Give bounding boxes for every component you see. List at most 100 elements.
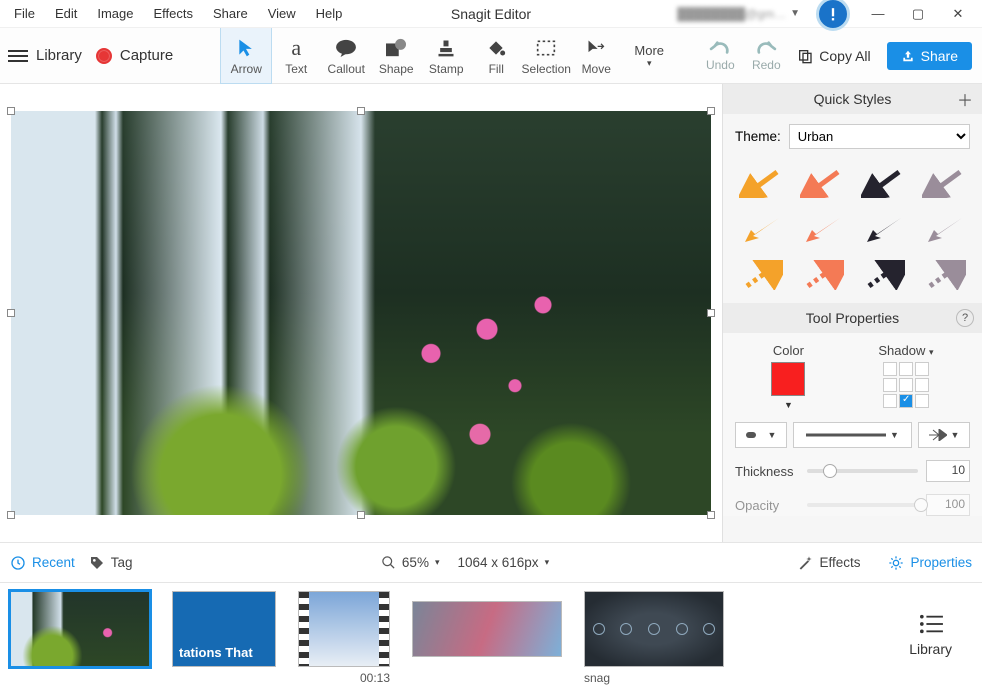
menu-edit[interactable]: Edit [45,2,87,25]
copy-all-button[interactable]: Copy All [789,44,878,68]
tools-more[interactable]: More▾ [621,28,677,83]
properties-tab[interactable]: Properties [888,555,972,571]
window-title: Snagit Editor [451,6,531,22]
resize-handle-l[interactable] [7,309,15,317]
user-account-label[interactable]: ████████@gm… [677,7,786,21]
style-arrow-gray-2[interactable] [915,211,972,247]
effects-tab[interactable]: Effects [797,555,860,571]
text-icon: a [291,36,301,60]
theme-select[interactable]: Urban [789,124,970,149]
tray-thumb-5[interactable]: snag [584,591,724,685]
color-swatch[interactable] [771,362,805,396]
resize-handle-tl[interactable] [7,107,15,115]
hamburger-icon[interactable] [8,50,28,62]
canvas-area[interactable] [0,84,722,542]
resize-handle-t[interactable] [357,107,365,115]
tool-stamp-label: Stamp [429,62,464,76]
style-arrow-black[interactable] [855,165,912,201]
tool-stamp[interactable]: Stamp [421,28,471,83]
account-dropdown-icon[interactable]: ▼ [790,8,800,19]
magic-wand-icon [797,555,813,571]
resize-handle-bl[interactable] [7,511,15,519]
window-minimize-button[interactable]: — [858,0,898,28]
line-style-dropdown[interactable]: ▼ [793,422,912,448]
tray-thumb-2[interactable]: tations That [172,591,276,667]
style-arrow-orange[interactable] [733,165,790,201]
style-arrow-black-dashed[interactable] [855,257,912,293]
recent-tab[interactable]: Recent [10,555,75,571]
start-cap-dropdown[interactable]: ▼ [735,422,787,448]
tray-thumb-4[interactable] [412,591,562,657]
menu-effects[interactable]: Effects [144,2,204,25]
style-arrow-coral[interactable] [794,165,851,201]
share-button[interactable]: Share [887,42,972,70]
resize-handle-r[interactable] [707,309,715,317]
undo-button[interactable]: Undo [697,28,743,83]
help-icon[interactable]: ? [956,309,974,327]
thickness-value[interactable]: 10 [926,460,970,482]
tray-thumb-1[interactable] [10,591,150,667]
capture-link[interactable]: Capture [120,47,173,64]
color-dropdown-icon[interactable]: ▼ [784,400,793,410]
status-bar: Recent Tag 65%▾ 1064 x 616px▾ Effects Pr… [0,542,982,582]
shape-icon [385,36,407,60]
move-cursor-icon [586,36,606,60]
tool-selection[interactable]: Selection [521,28,571,83]
tray-library-button[interactable]: Library [909,613,972,657]
opacity-slider[interactable] [807,503,918,507]
shadow-direction-bottom[interactable] [899,394,913,408]
menu-view[interactable]: View [258,2,306,25]
thickness-label: Thickness [735,464,799,479]
resize-handle-b[interactable] [357,511,365,519]
toolbar: Library Capture Arrow a Text Callout Sha… [0,28,982,84]
tool-shape[interactable]: Shape [371,28,421,83]
shadow-direction-picker[interactable] [883,362,929,408]
zoom-control[interactable]: 65%▾ [381,555,440,570]
menu-image[interactable]: Image [87,2,143,25]
canvas-selection[interactable] [11,111,711,515]
redo-icon [755,40,777,56]
style-arrow-coral-dashed[interactable] [794,257,851,293]
theme-label: Theme: [735,129,781,144]
tray-thumb-3-duration: 00:13 [360,671,390,685]
resize-handle-br[interactable] [707,511,715,519]
menu-file[interactable]: File [4,2,45,25]
arrow-cursor-icon [236,36,256,60]
redo-button[interactable]: Redo [743,28,789,83]
style-arrow-orange-2[interactable] [733,211,790,247]
tool-text[interactable]: a Text [271,28,321,83]
style-arrow-orange-dashed[interactable] [733,257,790,293]
menu-bar: File Edit Image Effects Share View Help … [0,0,982,28]
dimensions-control[interactable]: 1064 x 616px▾ [457,555,549,570]
tool-move-label: Move [582,62,611,76]
user-avatar[interactable] [816,0,850,31]
tool-fill[interactable]: Fill [471,28,521,83]
style-arrow-gray-dashed[interactable] [915,257,972,293]
menu-help[interactable]: Help [306,2,353,25]
undo-icon [709,40,731,56]
canvas-image[interactable] [11,111,711,515]
tray-thumb-3[interactable]: 00:13 [298,591,390,685]
menu-share[interactable]: Share [203,2,258,25]
side-panel: Quick Styles ＋ Theme: Urban [722,84,982,542]
style-arrow-black-2[interactable] [855,211,912,247]
tag-tab[interactable]: Tag [89,555,133,571]
library-link[interactable]: Library [36,47,82,64]
record-icon[interactable] [96,48,112,64]
style-arrow-coral-2[interactable] [794,211,851,247]
tool-fill-label: Fill [489,62,504,76]
tool-arrow-label: Arrow [231,62,262,76]
tool-move[interactable]: Move [571,28,621,83]
window-close-button[interactable]: ✕ [938,0,978,28]
style-arrow-gray[interactable] [915,165,972,201]
opacity-value[interactable]: 100 [926,494,970,516]
thickness-slider[interactable] [807,469,918,473]
add-style-button[interactable]: ＋ [956,90,974,108]
tool-callout[interactable]: Callout [321,28,371,83]
resize-handle-tr[interactable] [707,107,715,115]
window-maximize-button[interactable]: ▢ [898,0,938,28]
stamp-icon [436,36,456,60]
end-cap-dropdown[interactable]: ▼ [918,422,970,448]
magnifier-icon [381,555,396,570]
tool-arrow[interactable]: Arrow [221,28,271,83]
